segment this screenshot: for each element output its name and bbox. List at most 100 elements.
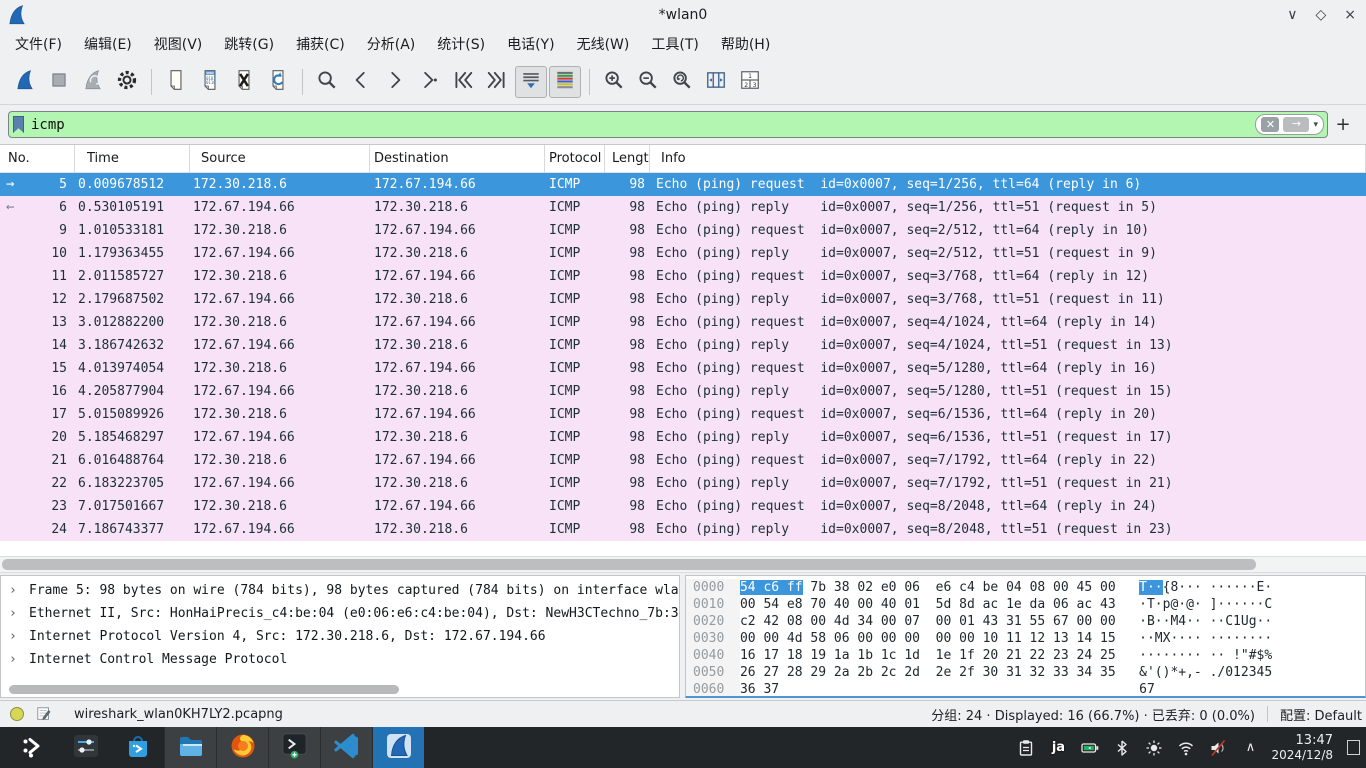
column-header-length[interactable]: Length <box>605 145 650 173</box>
go-first-button[interactable] <box>447 66 479 98</box>
go-back-button[interactable] <box>345 66 377 98</box>
start-capture-button[interactable] <box>9 66 41 98</box>
menu-item-10[interactable]: 帮助(H) <box>710 30 781 60</box>
brightness-icon[interactable] <box>1145 739 1163 757</box>
auto-scroll-button[interactable] <box>515 66 547 98</box>
packet-row[interactable]: 122.179687502172.67.194.66172.30.218.6IC… <box>0 288 1366 311</box>
packet-row[interactable]: 205.185468297172.67.194.66172.30.218.6IC… <box>0 426 1366 449</box>
packet-row[interactable]: 133.012882200172.30.218.6172.67.194.66IC… <box>0 311 1366 334</box>
detail-tree-line[interactable]: ›Frame 5: 98 bytes on wire (784 bits), 9… <box>1 579 679 602</box>
minimize-button[interactable]: ∨ <box>1287 7 1297 23</box>
packet-row[interactable]: →50.009678512172.30.218.6172.67.194.66IC… <box>0 173 1366 196</box>
column-header-info[interactable]: Info <box>650 145 1366 173</box>
menu-item-4[interactable]: 捕获(C) <box>285 30 356 60</box>
column-header-destination[interactable]: Destination <box>370 145 545 173</box>
taskbar-app-system-settings[interactable] <box>60 727 112 768</box>
detail-tree-line[interactable]: ›Internet Control Message Protocol <box>1 648 679 671</box>
colorize-button[interactable] <box>549 66 581 98</box>
hex-line[interactable]: 0050 26 27 28 29 2a 2b 2c 2d 2e 2f 30 31… <box>686 664 1365 681</box>
detail-tree-line[interactable]: ›Ethernet II, Src: HonHaiPrecis_c4:be:04… <box>1 602 679 625</box>
maximize-button[interactable]: ◇ <box>1315 7 1326 23</box>
clipboard-icon[interactable] <box>1017 739 1035 757</box>
filter-add-button[interactable]: + <box>1335 114 1350 135</box>
zoom-in-button[interactable] <box>598 66 630 98</box>
menu-item-6[interactable]: 统计(S) <box>426 30 496 60</box>
tray-expand-icon[interactable]: ∧ <box>1241 739 1259 757</box>
menu-item-2[interactable]: 视图(V) <box>143 30 214 60</box>
taskbar-app-discover[interactable] <box>112 727 164 768</box>
show-desktop-button[interactable] <box>1347 740 1360 755</box>
menu-item-7[interactable]: 电话(Y) <box>496 30 565 60</box>
layout-button[interactable]: 123 <box>734 66 766 98</box>
expander-icon[interactable]: › <box>9 648 29 671</box>
go-last-button[interactable] <box>481 66 513 98</box>
taskbar-app-app-launcher[interactable] <box>8 727 60 768</box>
hex-line[interactable]: 0060 36 37 67 <box>686 681 1365 698</box>
reload-file-button[interactable] <box>262 66 294 98</box>
profile-label[interactable]: 配置: Default <box>1280 705 1366 724</box>
expander-icon[interactable]: › <box>9 579 29 602</box>
restart-capture-button[interactable] <box>77 66 109 98</box>
expander-icon[interactable]: › <box>9 625 29 648</box>
packet-row[interactable]: 91.010533181172.30.218.6172.67.194.66ICM… <box>0 219 1366 242</box>
filter-history-caret-icon[interactable]: ▾ <box>1313 120 1318 130</box>
column-header-protocol[interactable]: Protocol <box>545 145 605 173</box>
details-hscrollbar[interactable] <box>9 685 399 694</box>
packet-list-hscrollbar[interactable] <box>0 556 1366 573</box>
filter-clear-button[interactable]: ✕ <box>1261 117 1279 132</box>
menu-item-8[interactable]: 无线(W) <box>566 30 641 60</box>
display-filter-input[interactable]: icmp ✕ → ▾ <box>8 111 1328 138</box>
menu-item-5[interactable]: 分析(A) <box>356 30 427 60</box>
bluetooth-icon[interactable] <box>1113 739 1131 757</box>
packet-row[interactable]: 112.011585727172.30.218.6172.67.194.66IC… <box>0 265 1366 288</box>
packet-row[interactable]: 247.186743377172.67.194.66172.30.218.6IC… <box>0 518 1366 541</box>
filter-bookmark-icon[interactable] <box>13 116 24 133</box>
hex-line[interactable]: 0010 00 54 e8 70 40 00 40 01 5d 8d ac 1e… <box>686 596 1365 613</box>
column-header-time[interactable]: Time <box>75 145 190 173</box>
menu-item-1[interactable]: 编辑(E) <box>73 30 143 60</box>
close-button[interactable]: × <box>1344 7 1356 23</box>
zoom-out-button[interactable] <box>632 66 664 98</box>
packet-row[interactable]: ←60.530105191172.67.194.66172.30.218.6IC… <box>0 196 1366 219</box>
detail-tree-line[interactable]: ›Internet Protocol Version 4, Src: 172.3… <box>1 625 679 648</box>
zoom-reset-button[interactable] <box>666 66 698 98</box>
packet-row[interactable]: 175.015089926172.30.218.6172.67.194.66IC… <box>0 403 1366 426</box>
capture-options-button[interactable] <box>111 66 143 98</box>
packet-row[interactable]: 226.183223705172.67.194.66172.30.218.6IC… <box>0 472 1366 495</box>
column-header-no[interactable]: No. <box>0 145 75 173</box>
hex-line[interactable]: 0040 16 17 18 19 1a 1b 1c 1d 1e 1f 20 21… <box>686 647 1365 664</box>
menu-item-0[interactable]: 文件(F) <box>4 30 73 60</box>
go-forward-button[interactable] <box>379 66 411 98</box>
taskbar-app-vscode[interactable] <box>320 727 372 768</box>
packet-row[interactable]: 216.016488764172.30.218.6172.67.194.66IC… <box>0 449 1366 472</box>
find-packet-button[interactable] <box>311 66 343 98</box>
packet-row[interactable]: 154.013974054172.30.218.6172.67.194.66IC… <box>0 357 1366 380</box>
taskbar-app-firefox[interactable] <box>216 727 268 768</box>
wifi-icon[interactable] <box>1177 739 1195 757</box>
column-header-source[interactable]: Source <box>190 145 370 173</box>
packet-row[interactable]: 101.179363455172.67.194.66172.30.218.6IC… <box>0 242 1366 265</box>
stop-capture-button[interactable] <box>43 66 75 98</box>
hex-line[interactable]: 0000 54 c6 ff 7b 38 02 e0 06 e6 c4 be 04… <box>686 579 1365 596</box>
go-to-packet-button[interactable] <box>413 66 445 98</box>
scrollbar-handle[interactable] <box>2 559 1256 570</box>
menu-item-3[interactable]: 跳转(G) <box>213 30 285 60</box>
taskbar-app-dolphin[interactable] <box>164 727 216 768</box>
taskbar-clock[interactable]: 13:47 2024/12/8 <box>1271 734 1333 762</box>
battery-icon[interactable] <box>1081 739 1099 757</box>
taskbar-app-konsole[interactable] <box>268 727 320 768</box>
volume-muted-icon[interactable] <box>1209 739 1227 757</box>
packet-row[interactable]: 143.186742632172.67.194.66172.30.218.6IC… <box>0 334 1366 357</box>
input-method-icon[interactable]: ja <box>1049 739 1067 757</box>
filter-apply-button[interactable]: → <box>1283 117 1309 132</box>
hex-line[interactable]: 0020 c2 42 08 00 4d 34 00 07 00 01 43 31… <box>686 613 1365 630</box>
expander-icon[interactable]: › <box>9 602 29 625</box>
packet-row[interactable]: 237.017501667172.30.218.6172.67.194.66IC… <box>0 495 1366 518</box>
open-file-button[interactable] <box>160 66 192 98</box>
menu-item-9[interactable]: 工具(T) <box>640 30 709 60</box>
hex-line[interactable]: 0030 00 00 4d 58 06 00 00 00 00 00 10 11… <box>686 630 1365 647</box>
close-file-button[interactable] <box>228 66 260 98</box>
resize-columns-button[interactable] <box>700 66 732 98</box>
save-file-button[interactable]: 01010110 <box>194 66 226 98</box>
packet-row[interactable]: 164.205877904172.67.194.66172.30.218.6IC… <box>0 380 1366 403</box>
